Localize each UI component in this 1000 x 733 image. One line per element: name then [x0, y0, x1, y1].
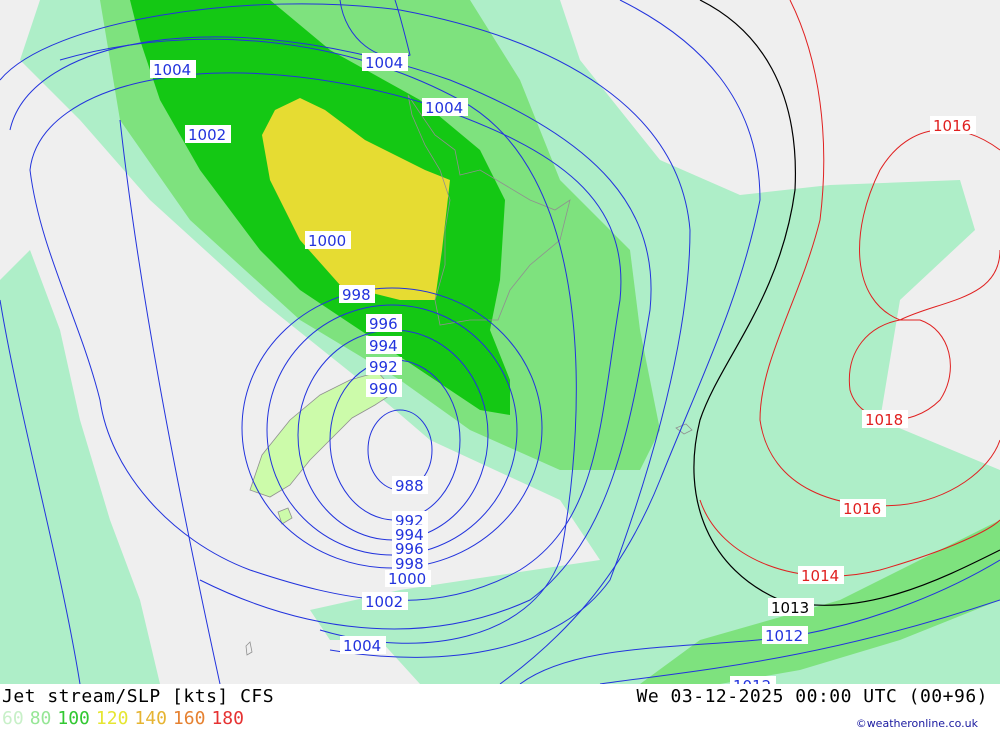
- legend-180: 180: [211, 708, 244, 729]
- svg-text:1002: 1002: [188, 126, 226, 144]
- legend-60: 60: [2, 708, 24, 729]
- svg-text:990: 990: [369, 380, 398, 398]
- label-1002-b: 1002: [362, 592, 408, 611]
- svg-text:1004: 1004: [425, 99, 463, 117]
- svg-text:1004: 1004: [343, 637, 381, 655]
- chart-title: Jet stream/SLP [kts] CFS: [2, 686, 275, 707]
- svg-text:1016: 1016: [933, 117, 971, 135]
- label-996-a: 996: [366, 314, 402, 333]
- svg-text:1004: 1004: [153, 61, 191, 79]
- label-998-a: 998: [339, 285, 375, 304]
- svg-text:1012: 1012: [733, 677, 771, 684]
- svg-text:1000: 1000: [308, 232, 346, 250]
- label-1004-c: 1004: [422, 98, 468, 117]
- wind-speed-legend: 60 80 100 120 140 160 180: [2, 708, 250, 729]
- legend-80: 80: [29, 708, 52, 729]
- svg-text:1004: 1004: [365, 54, 403, 72]
- label-988: 988: [392, 476, 428, 495]
- legend-140: 140: [134, 708, 167, 729]
- label-1013: 1013: [768, 598, 814, 617]
- svg-text:1016: 1016: [843, 500, 881, 518]
- label-1012-b: 1012: [730, 676, 776, 684]
- svg-text:992: 992: [369, 358, 398, 376]
- legend-120: 120: [95, 708, 129, 729]
- label-1004-d: 1004: [340, 636, 386, 655]
- svg-text:996: 996: [369, 315, 398, 333]
- svg-text:1000: 1000: [388, 570, 426, 588]
- label-1016-b: 1016: [840, 499, 886, 518]
- svg-text:998: 998: [342, 286, 371, 304]
- svg-text:1013: 1013: [771, 599, 809, 617]
- label-1004-b: 1004: [362, 53, 408, 72]
- footer: Jet stream/SLP [kts] CFS We 03-12-2025 0…: [0, 684, 1000, 733]
- svg-text:1018: 1018: [865, 411, 903, 429]
- label-1004-a: 1004: [150, 60, 196, 79]
- label-990: 990: [366, 379, 402, 398]
- svg-text:1012: 1012: [765, 627, 803, 645]
- label-1014: 1014: [798, 566, 844, 585]
- weather-map: 1004 1004 1004 1002 1000 998 996 994 992…: [0, 0, 1000, 684]
- label-992-a: 992: [366, 357, 402, 376]
- label-1012-a: 1012: [762, 626, 808, 645]
- svg-text:1002: 1002: [365, 593, 403, 611]
- label-994-a: 994: [366, 336, 402, 355]
- svg-text:1014: 1014: [801, 567, 839, 585]
- label-1002-a: 1002: [185, 125, 231, 144]
- credit-link[interactable]: ©weatheronline.co.uk: [856, 717, 978, 730]
- label-1000-b: 1000: [385, 570, 431, 588]
- label-1016-a: 1016: [930, 116, 976, 135]
- label-1000-a: 1000: [305, 231, 351, 250]
- svg-text:988: 988: [395, 477, 424, 495]
- legend-100: 100: [57, 708, 90, 729]
- forecast-datetime: We 03-12-2025 00:00 UTC (00+96): [636, 686, 988, 707]
- label-1018: 1018: [862, 410, 908, 429]
- svg-text:994: 994: [369, 337, 398, 355]
- legend-160: 160: [172, 708, 206, 729]
